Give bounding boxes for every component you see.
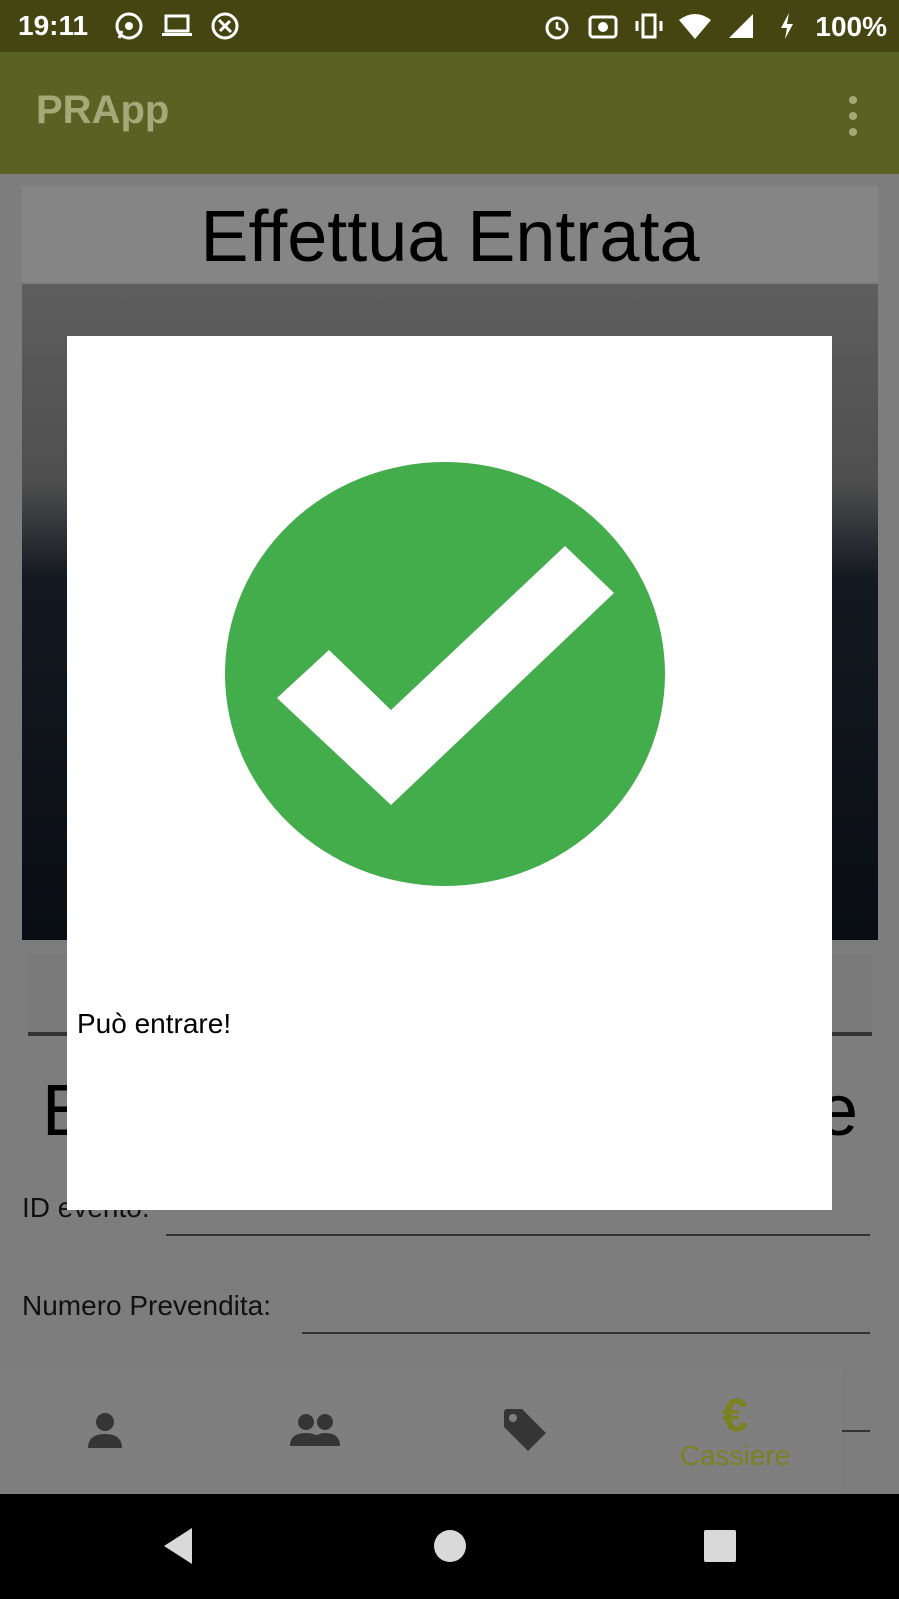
status-bar: 19:11 100% bbox=[0, 0, 899, 52]
app-bar: PRApp bbox=[0, 52, 899, 174]
event-id-input[interactable] bbox=[166, 1234, 870, 1236]
result-dialog[interactable]: Può entrare! bbox=[67, 336, 832, 1210]
overflow-menu-icon[interactable] bbox=[847, 96, 859, 136]
battery-level: 100% bbox=[815, 11, 887, 42]
nav-item-tags[interactable] bbox=[420, 1370, 630, 1494]
alarm-icon bbox=[540, 10, 574, 42]
person-icon bbox=[85, 1410, 125, 1455]
check-circle-icon bbox=[225, 462, 665, 886]
signal-icon bbox=[724, 10, 758, 42]
presale-number-label: Numero Prevendita: bbox=[22, 1290, 272, 1321]
system-navigation-bar bbox=[0, 1494, 899, 1599]
status-time: 19:11 bbox=[18, 10, 89, 41]
recents-button[interactable] bbox=[698, 1524, 742, 1568]
section-title: Effettua Entrata bbox=[200, 197, 700, 277]
nav-item-cassiere[interactable]: € Cassiere bbox=[630, 1370, 840, 1494]
wifi-icon bbox=[678, 10, 712, 42]
bottom-navigation: € Cassiere bbox=[0, 1370, 842, 1494]
laptop-icon bbox=[160, 10, 194, 42]
dialog-message: Può entrare! bbox=[77, 1008, 232, 1039]
nav-item-group[interactable] bbox=[210, 1370, 420, 1494]
screenshot-icon bbox=[586, 10, 620, 42]
app-title: PRApp bbox=[36, 88, 170, 132]
back-button[interactable] bbox=[158, 1524, 202, 1568]
whatsapp-icon bbox=[112, 10, 146, 42]
home-button[interactable] bbox=[428, 1524, 472, 1568]
status-left-icons bbox=[112, 10, 242, 42]
vibrate-icon bbox=[632, 10, 666, 42]
status-right-icons bbox=[540, 10, 804, 42]
nav-item-label: Cassiere bbox=[679, 1440, 791, 1471]
charging-icon bbox=[770, 10, 804, 42]
nav-item-person[interactable] bbox=[0, 1370, 210, 1494]
group-icon bbox=[289, 1410, 341, 1455]
euro-icon: € bbox=[722, 1389, 748, 1441]
sync-icon bbox=[208, 10, 242, 42]
tag-icon bbox=[502, 1407, 548, 1458]
presale-number-input[interactable] bbox=[302, 1332, 870, 1334]
